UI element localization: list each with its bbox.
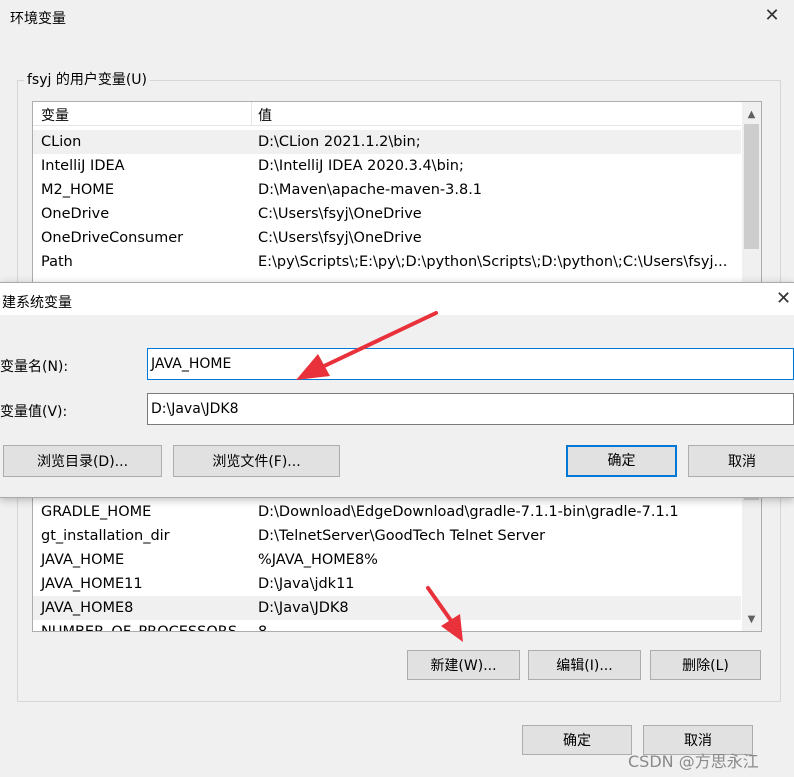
row-value: D:\Java\jdk11 (258, 576, 355, 592)
row-name: GRADLE_HOME (41, 504, 152, 520)
row-value: C:\Users\fsyj\OneDrive (258, 206, 422, 222)
table-row[interactable]: OneDriveConsumer C:\Users\fsyj\OneDrive (33, 226, 741, 250)
row-value: D:\Java\JDK8 (258, 600, 349, 616)
table-row[interactable]: M2_HOME D:\Maven\apache-maven-3.8.1 (33, 178, 741, 202)
watermark: CSDN @方思永江 (628, 752, 759, 771)
close-icon[interactable]: ✕ (762, 6, 782, 26)
row-name: M2_HOME (41, 182, 114, 198)
user-variables-label: fsyj 的用户变量(U) (24, 69, 151, 89)
cancel-button[interactable]: 取消 (688, 445, 794, 477)
scroll-down-icon[interactable]: ▼ (742, 611, 761, 628)
table-row[interactable]: CLion D:\CLion 2021.1.2\bin; (33, 130, 741, 154)
table-row[interactable]: GRADLE_HOME D:\Download\EdgeDownload\grad… (33, 500, 741, 524)
row-value: D:\IntelliJ IDEA 2020.3.4\bin; (258, 158, 464, 174)
dialog-title: 环境变量 (10, 11, 66, 27)
row-name: JAVA_HOME8 (41, 600, 134, 616)
delete-button[interactable]: 删除(L) (650, 650, 761, 680)
table-row[interactable]: JAVA_HOME %JAVA_HOME8% (33, 548, 741, 572)
edit-button[interactable]: 编辑(I)... (528, 650, 641, 680)
table-row[interactable]: gt_installation_dir D:\TelnetServer\GoodT… (33, 524, 741, 548)
close-icon[interactable]: ✕ (776, 288, 791, 309)
user-variables-list-lower[interactable]: GRADLE_HOME D:\Download\EdgeDownload\grad… (32, 497, 762, 632)
dialog-title: 建系统变量 (2, 295, 72, 311)
variable-value-input[interactable]: D:\Java\JDK8 (147, 393, 794, 425)
dialog-title-bar (0, 283, 794, 315)
row-value: D:\Maven\apache-maven-3.8.1 (258, 182, 483, 198)
scroll-thumb[interactable] (744, 498, 759, 500)
new-button[interactable]: 新建(W)... (407, 650, 520, 680)
row-name: JAVA_HOME11 (41, 576, 143, 592)
row-name: CLion (41, 134, 82, 150)
table-row[interactable]: JAVA_HOME11 D:\Java\jdk11 (33, 572, 741, 596)
user-variables-list[interactable]: 变量 值 CLion D:\CLion 2021.1.2\bin; Intelli… (32, 101, 762, 283)
row-name: NUMBER_OF_PROCESSORS (41, 624, 238, 632)
browse-file-button[interactable]: 浏览文件(F)... (173, 445, 340, 477)
table-row[interactable]: NUMBER_OF_PROCESSORS 8 (33, 620, 741, 632)
table-row[interactable]: Path E:\py\Scripts\;E:\py\;D:\python\Scri… (33, 250, 741, 274)
column-header-variable[interactable]: 变量 (41, 105, 69, 125)
scroll-thumb[interactable] (744, 124, 759, 249)
table-row[interactable]: OneDrive C:\Users\fsyj\OneDrive (33, 202, 741, 226)
row-name: OneDrive (41, 206, 110, 222)
table-row[interactable]: JAVA_HOME8 D:\Java\JDK8 (33, 596, 741, 620)
column-divider (251, 102, 252, 125)
row-value: E:\py\Scripts\;E:\py\;D:\python\Scripts\… (258, 254, 728, 270)
browse-directory-button[interactable]: 浏览目录(D)... (3, 445, 162, 477)
row-name: JAVA_HOME (41, 552, 125, 568)
row-value: D:\Download\EdgeDownload\gradle-7.1.1-bi… (258, 504, 679, 520)
list-header: 变量 值 (33, 102, 741, 126)
variable-name-label: 变量名(N): (0, 359, 69, 375)
row-value: %JAVA_HOME8% (258, 552, 378, 568)
vertical-scrollbar[interactable]: ▲ (742, 102, 761, 282)
row-value: D:\CLion 2021.1.2\bin; (258, 134, 421, 150)
table-row[interactable]: IntelliJ IDEA D:\IntelliJ IDEA 2020.3.4\b… (33, 154, 741, 178)
variable-value-label: 变量值(V): (0, 404, 68, 420)
scroll-up-icon[interactable]: ▲ (742, 106, 761, 123)
variable-name-input[interactable]: JAVA_HOME (147, 348, 794, 380)
row-name: IntelliJ IDEA (41, 158, 125, 174)
row-name: OneDriveConsumer (41, 230, 184, 246)
ok-button[interactable]: 确定 (522, 725, 632, 755)
row-name: Path (41, 254, 73, 270)
ok-button[interactable]: 确定 (566, 445, 677, 477)
row-name: gt_installation_dir (41, 528, 170, 544)
row-value: D:\TelnetServer\GoodTech Telnet Server (258, 528, 546, 544)
row-value: C:\Users\fsyj\OneDrive (258, 230, 422, 246)
vertical-scrollbar[interactable]: ▼ (742, 498, 761, 631)
column-header-value[interactable]: 值 (258, 105, 272, 125)
new-system-variable-dialog: 建系统变量 ✕ 变量名(N): JAVA_HOME 变量值(V): D:\Jav… (0, 282, 794, 498)
row-value: 8 (258, 624, 268, 632)
